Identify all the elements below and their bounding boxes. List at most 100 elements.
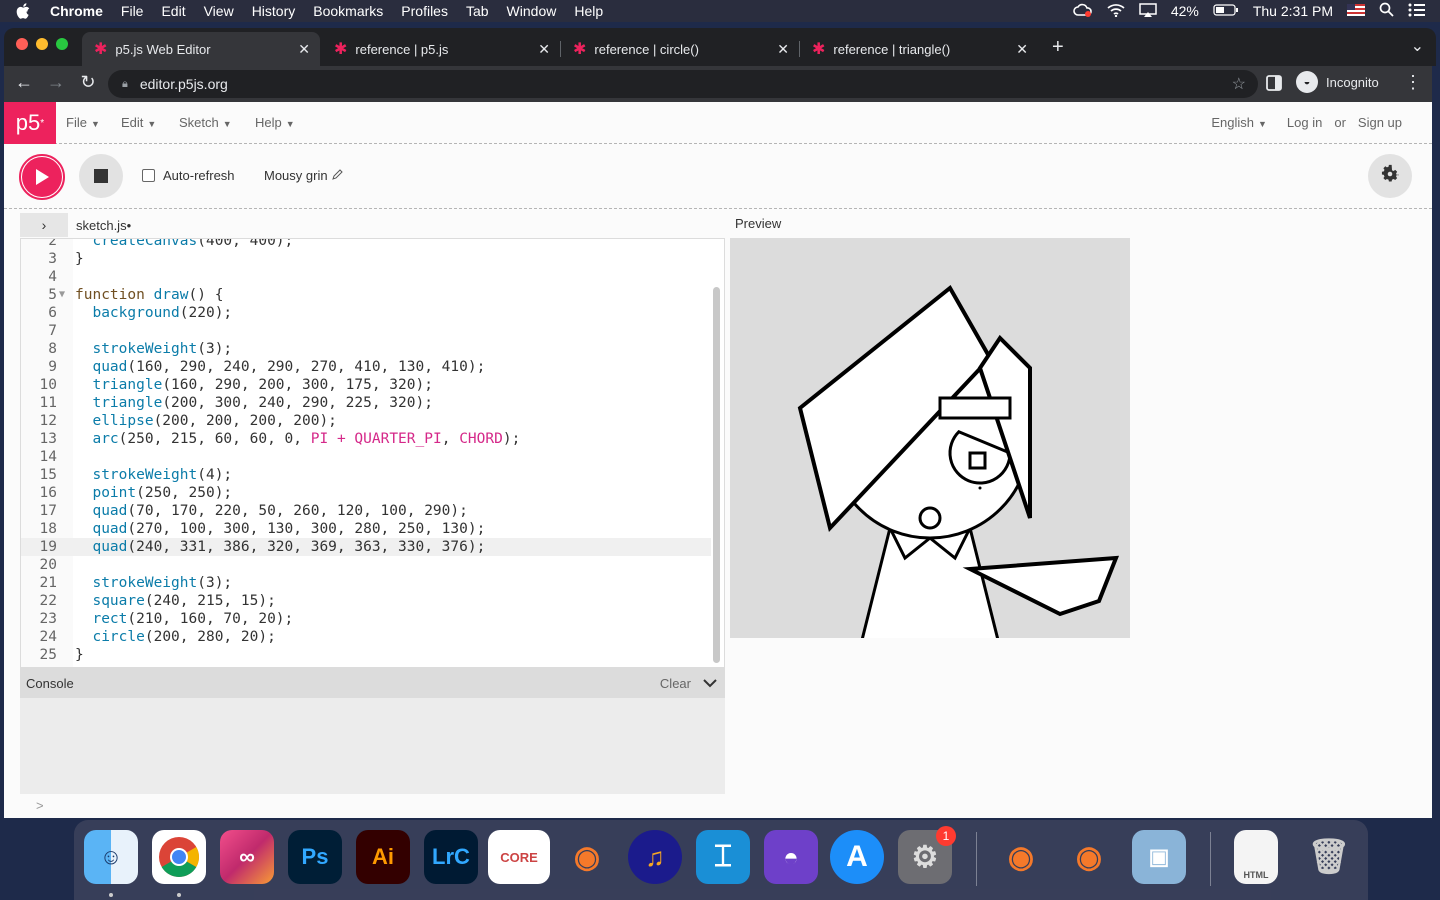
code-line[interactable]: 2 createCanvas(400, 400); [21, 239, 711, 250]
nav-file-menu[interactable]: File ▼ [66, 115, 100, 130]
auto-refresh-toggle[interactable]: Auto-refresh [142, 168, 235, 183]
tab-reference-p5js[interactable]: ✱ reference | p5.js ✕ [322, 32, 561, 66]
code-line[interactable]: 14 [21, 448, 711, 466]
wifi-icon[interactable] [1107, 3, 1125, 20]
code-line[interactable]: 18 quad(270, 100, 300, 130, 300, 280, 25… [21, 520, 711, 538]
close-tab-icon[interactable]: ✕ [777, 41, 789, 58]
signup-link[interactable]: Sign up [1358, 115, 1402, 130]
code-line[interactable]: 21 strokeWeight(3); [21, 574, 711, 592]
incognito-profile-button[interactable]: ◒ Incognito [1296, 71, 1379, 93]
nav-sketch-menu[interactable]: Sketch ▼ [179, 115, 232, 130]
code-line[interactable]: 16 point(250, 250); [21, 484, 711, 502]
dock-illustrator-icon[interactable]: Ai [356, 830, 410, 884]
console-clear-button[interactable]: Clear [660, 676, 691, 691]
code-line[interactable]: 5 ▼ function draw() { [21, 286, 711, 304]
dock-html-file-icon[interactable]: HTML [1234, 830, 1278, 884]
dock-blender-icon[interactable]: ◉ [1062, 830, 1116, 884]
tab-reference-triangle[interactable]: ✱ reference | triangle() ✕ [800, 32, 1038, 66]
console-input[interactable]: > [20, 794, 725, 818]
p5-logo[interactable]: p5 * [4, 102, 56, 144]
dock-github-desktop-icon[interactable]: ◓ [764, 830, 818, 884]
us-flag-icon[interactable] [1347, 3, 1365, 19]
back-arrow-icon[interactable]: ← [12, 72, 36, 96]
close-window-button[interactable] [16, 38, 28, 50]
code-line[interactable]: 4 [21, 268, 711, 286]
menu-profiles[interactable]: Profiles [401, 3, 448, 19]
menu-view[interactable]: View [204, 3, 234, 19]
control-center-icon[interactable] [1408, 3, 1426, 20]
code-line[interactable]: 19 quad(240, 331, 386, 320, 369, 363, 33… [21, 538, 711, 556]
menu-history[interactable]: History [252, 3, 296, 19]
code-line[interactable]: 7 [21, 322, 711, 340]
editor-scrollbar[interactable] [713, 287, 720, 663]
auto-refresh-checkbox[interactable] [142, 169, 155, 182]
code-line[interactable]: 12 ellipse(200, 200, 200, 200); [21, 412, 711, 430]
menu-help[interactable]: Help [574, 3, 603, 19]
apple-icon[interactable] [16, 0, 36, 22]
menu-window[interactable]: Window [507, 3, 557, 19]
expand-sidebar-button[interactable]: › [20, 213, 68, 237]
file-tab[interactable]: sketch.js• [76, 218, 131, 233]
code-lines[interactable]: 2 createCanvas(400, 400); 3} 4 5 ▼ function d… [21, 239, 711, 664]
tab-p5js-web-editor[interactable]: ✱ p5.js Web Editor ✕ [82, 32, 320, 66]
address-bar[interactable]: 🔒︎ editor.p5js.org ☆ [108, 70, 1258, 98]
dock-brackets-icon[interactable]: ⌶ [696, 830, 750, 884]
forward-arrow-icon[interactable]: → [44, 72, 68, 96]
dock-photoshop-icon[interactable]: Ps [288, 830, 342, 884]
code-line[interactable]: 13 arc(250, 215, 60, 60, 0, PI + QUARTER… [21, 430, 711, 448]
side-panel-icon[interactable] [1266, 75, 1282, 96]
menu-file[interactable]: File [121, 3, 144, 19]
airplay-icon[interactable] [1139, 2, 1157, 20]
fold-arrow-icon[interactable]: ▼ [59, 286, 65, 304]
dock-preview-icon[interactable]: ▣ [1132, 830, 1186, 884]
code-editor[interactable]: 2 createCanvas(400, 400); 3} 4 5 ▼ function d… [20, 238, 725, 668]
menu-edit[interactable]: Edit [161, 3, 185, 19]
code-line[interactable]: 20 [21, 556, 711, 574]
dock-trash-icon[interactable]: 🗑︎ [1302, 830, 1356, 884]
code-line[interactable]: 17 quad(70, 170, 220, 50, 260, 120, 100,… [21, 502, 711, 520]
code-line[interactable]: 6 background(220); [21, 304, 711, 322]
battery-icon[interactable] [1213, 3, 1239, 19]
tab-reference-circle[interactable]: ✱ reference | circle() ✕ [561, 32, 800, 66]
dock-audacity-icon[interactable]: ♫ [628, 830, 682, 884]
settings-button[interactable] [1368, 154, 1412, 198]
stop-button[interactable] [79, 154, 123, 198]
dock-creative-cloud-icon[interactable]: ∞ [220, 830, 274, 884]
menu-app-name[interactable]: Chrome [50, 3, 103, 19]
zoom-window-button[interactable] [56, 38, 68, 50]
play-button[interactable] [19, 154, 65, 200]
dock-lightroom-icon[interactable]: LrC [424, 830, 478, 884]
nav-help-menu[interactable]: Help ▼ [255, 115, 295, 130]
clock[interactable]: Thu 2:31 PM [1253, 3, 1333, 19]
dock-blender-icon[interactable]: ◉ [994, 830, 1048, 884]
project-name[interactable]: Mousy grin [264, 168, 343, 183]
language-selector[interactable]: English ▼ [1211, 115, 1267, 130]
close-tab-icon[interactable]: ✕ [298, 41, 310, 58]
code-line[interactable]: 10 triangle(160, 290, 200, 300, 175, 320… [21, 376, 711, 394]
bookmark-star-icon[interactable]: ☆ [1232, 74, 1246, 94]
browser-menu-icon[interactable]: ⋮ [1404, 72, 1422, 93]
preview-canvas[interactable] [730, 238, 1130, 638]
collapse-console-icon[interactable] [703, 675, 717, 691]
close-tab-icon[interactable]: ✕ [538, 41, 550, 58]
minimize-window-button[interactable] [36, 38, 48, 50]
creative-cloud-status-icon[interactable] [1073, 3, 1093, 20]
nav-edit-menu[interactable]: Edit ▼ [121, 115, 156, 130]
pencil-icon[interactable] [331, 168, 343, 183]
new-tab-button[interactable]: + [1052, 36, 1064, 59]
dock-app-store-icon[interactable]: A [830, 830, 884, 884]
dock-finder-icon[interactable]: ☺ [84, 830, 138, 884]
tab-search-chevron-icon[interactable]: ⌄ [1411, 36, 1424, 56]
close-tab-icon[interactable]: ✕ [1016, 41, 1028, 58]
code-line[interactable]: 15 strokeWeight(4); [21, 466, 711, 484]
menu-tab[interactable]: Tab [466, 3, 489, 19]
reload-icon[interactable]: ↻ [76, 72, 100, 96]
code-line[interactable]: 8 strokeWeight(3); [21, 340, 711, 358]
menu-bookmarks[interactable]: Bookmarks [313, 3, 383, 19]
code-line[interactable]: 3} [21, 250, 711, 268]
code-line[interactable]: 22 square(240, 215, 15); [21, 592, 711, 610]
dock-blender-icon[interactable]: ◉ [560, 830, 614, 884]
code-line[interactable]: 9 quad(160, 290, 240, 290, 270, 410, 130… [21, 358, 711, 376]
code-line[interactable]: 23 rect(210, 160, 70, 20); [21, 610, 711, 628]
lock-icon[interactable]: 🔒︎ [122, 78, 128, 91]
